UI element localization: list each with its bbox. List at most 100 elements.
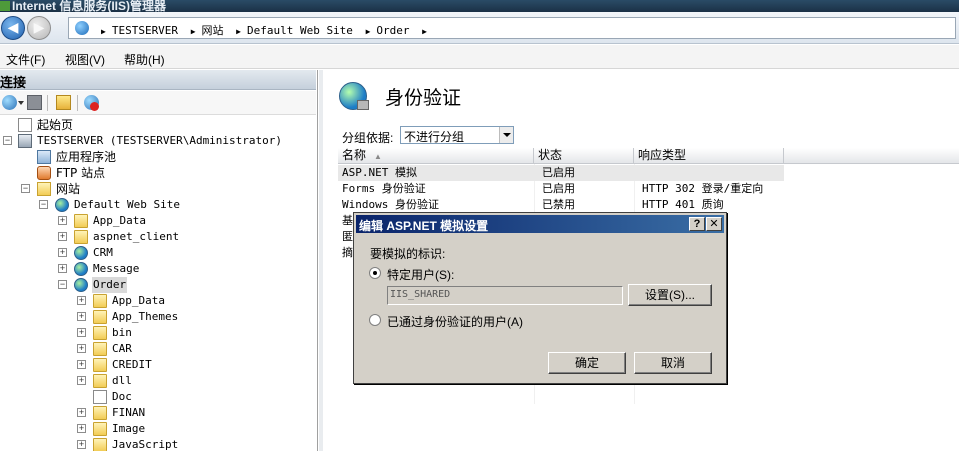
specific-user-label[interactable]: 特定用户(S): <box>387 266 454 283</box>
tree-item-order[interactable]: − Order <box>0 277 300 293</box>
expand-icon[interactable]: + <box>77 296 86 305</box>
set-credentials-button[interactable]: 设置(S)... <box>628 284 712 306</box>
close-button[interactable]: ✕ <box>706 217 722 231</box>
connections-pane: 连接 起始页 − TESTSERVER (TESTSERVER\Administ… <box>0 70 318 451</box>
up-folder-icon[interactable] <box>56 95 71 110</box>
breadcrumb-server[interactable]: TESTSERVER <box>112 24 178 37</box>
group-by-value: 不进行分组 <box>404 130 465 144</box>
ok-button[interactable]: 确定 <box>548 352 626 374</box>
tree-item-application[interactable]: + CRM <box>0 245 300 261</box>
menu-view[interactable]: 视图(V) <box>65 51 105 68</box>
tree-item-file[interactable]: Doc <box>0 389 300 405</box>
dialog-title-bar[interactable]: 编辑 ASP.NET 模拟设置 ? ✕ <box>356 215 724 233</box>
group-by-bar: 分组依据: 不进行分组 <box>323 124 959 148</box>
lock-icon <box>357 100 369 110</box>
tree-item-server[interactable]: − TESTSERVER (TESTSERVER\Administrator) <box>0 133 316 149</box>
folder-icon <box>74 230 88 244</box>
table-row[interactable]: ASP.NET 模拟 已启用 <box>338 165 784 181</box>
expand-icon[interactable]: + <box>77 328 86 337</box>
collapse-icon[interactable]: − <box>3 136 12 145</box>
connect-globe-icon[interactable] <box>2 95 17 110</box>
tree-item-folder[interactable]: + bin <box>0 325 300 341</box>
table-row[interactable]: Windows 身份验证 已禁用 HTTP 401 质询 <box>338 197 959 213</box>
column-response-type[interactable]: 响应类型 <box>634 148 784 164</box>
back-button[interactable]: ◀ <box>1 16 25 40</box>
tree-item-folder[interactable]: + App_Themes <box>0 309 300 325</box>
window-title: Internet 信息服务(IIS)管理器 <box>12 0 167 12</box>
menu-help[interactable]: 帮助(H) <box>124 51 165 68</box>
connections-toolbar <box>0 91 316 115</box>
breadcrumb-default-web-site[interactable]: Default Web Site <box>247 24 353 37</box>
back-arrow-icon: ◀ <box>7 19 19 35</box>
breadcrumb[interactable]: ▶ TESTSERVER ▶ 网站 ▶ Default Web Site ▶ Order… <box>68 17 956 39</box>
collapse-icon[interactable]: − <box>39 200 48 209</box>
window-title-bar: Internet 信息服务(IIS)管理器 <box>0 0 959 12</box>
help-button[interactable]: ? <box>689 217 705 231</box>
page-icon <box>93 390 107 404</box>
tree-item-default-web-site[interactable]: − Default Web Site <box>0 197 300 213</box>
connections-title: 连接 <box>0 75 27 90</box>
specific-user-value: IIS_SHARED <box>390 289 451 300</box>
sort-ascending-icon: ▲ <box>374 152 382 161</box>
sites-icon <box>37 182 51 196</box>
tree-item-sites[interactable]: − 网站 <box>0 181 300 197</box>
authenticated-user-label[interactable]: 已通过身份验证的用户(A) <box>387 313 523 330</box>
expand-icon[interactable]: + <box>77 376 86 385</box>
expand-icon[interactable]: + <box>77 408 86 417</box>
tree-item-folder[interactable]: + FINAN <box>0 405 300 421</box>
folder-icon <box>93 374 107 388</box>
tree-item-application[interactable]: + Message <box>0 261 300 277</box>
tree-item-app-pools[interactable]: 应用程序池 <box>0 149 300 165</box>
cancel-button[interactable]: 取消 <box>634 352 712 374</box>
tree-item-folder[interactable]: + App_Data <box>0 293 300 309</box>
expand-icon[interactable]: + <box>77 424 86 433</box>
collapse-icon[interactable]: − <box>21 184 30 193</box>
expand-icon[interactable]: + <box>77 344 86 353</box>
impersonation-dialog: 编辑 ASP.NET 模拟设置 ? ✕ 要模拟的标识: 特定用户(S): IIS… <box>353 212 727 384</box>
disconnect-badge-icon <box>90 102 99 111</box>
breadcrumb-separator: ▶ <box>190 27 196 36</box>
expand-icon[interactable]: + <box>77 312 86 321</box>
expand-icon[interactable]: + <box>77 360 86 369</box>
dialog-title: 编辑 ASP.NET 模拟设置 <box>359 219 489 233</box>
toolbar-divider <box>47 95 48 111</box>
forward-button[interactable]: ▶ <box>27 16 51 40</box>
server-icon <box>18 134 32 148</box>
tree-item-folder[interactable]: + aspnet_client <box>0 229 300 245</box>
table-row[interactable]: Forms 身份验证 已启用 HTTP 302 登录/重定向 <box>338 181 959 197</box>
tree-item-folder[interactable]: + CREDIT <box>0 357 300 373</box>
expand-icon[interactable]: + <box>58 232 67 241</box>
expand-icon[interactable]: + <box>58 216 67 225</box>
menu-file[interactable]: 文件(F) <box>6 51 45 68</box>
authenticated-user-radio[interactable] <box>369 314 381 326</box>
save-icon[interactable] <box>27 95 42 110</box>
breadcrumb-sites[interactable]: 网站 <box>202 24 224 37</box>
tree-item-folder[interactable]: + JavaScript <box>0 437 300 451</box>
iis-manager-icon <box>0 1 10 11</box>
tree-item-folder[interactable]: + CAR <box>0 341 300 357</box>
column-status[interactable]: 状态 <box>534 148 634 164</box>
tree-item-folder[interactable]: + App_Data <box>0 213 300 229</box>
expand-icon[interactable]: + <box>58 248 67 257</box>
globe-icon <box>75 21 89 35</box>
breadcrumb-order[interactable]: Order <box>376 24 409 37</box>
column-name[interactable]: 名称 ▲ <box>338 148 534 164</box>
chevron-down-icon[interactable] <box>18 101 24 105</box>
group-by-select[interactable]: 不进行分组 <box>400 126 514 144</box>
expand-icon[interactable]: + <box>58 264 67 273</box>
menu-bar: 文件(F) 视图(V) 帮助(H) <box>0 45 959 69</box>
toolbar-divider <box>77 95 78 111</box>
tree-item-ftp-sites[interactable]: FTP 站点 <box>0 165 300 181</box>
tree-item-start-page[interactable]: 起始页 <box>0 117 300 133</box>
collapse-icon[interactable]: − <box>58 280 67 289</box>
ftp-sites-icon <box>37 166 51 180</box>
chevron-down-icon[interactable] <box>499 127 513 143</box>
breadcrumb-separator: ▶ <box>365 27 371 36</box>
application-icon <box>74 262 88 276</box>
tree-item-folder[interactable]: + Image <box>0 421 300 437</box>
connections-tree: 起始页 − TESTSERVER (TESTSERVER\Administrat… <box>0 115 316 451</box>
specific-user-radio[interactable] <box>369 267 381 279</box>
tree-item-folder[interactable]: + dll <box>0 373 300 389</box>
expand-icon[interactable]: + <box>77 440 86 449</box>
specific-user-field: IIS_SHARED <box>387 286 623 305</box>
